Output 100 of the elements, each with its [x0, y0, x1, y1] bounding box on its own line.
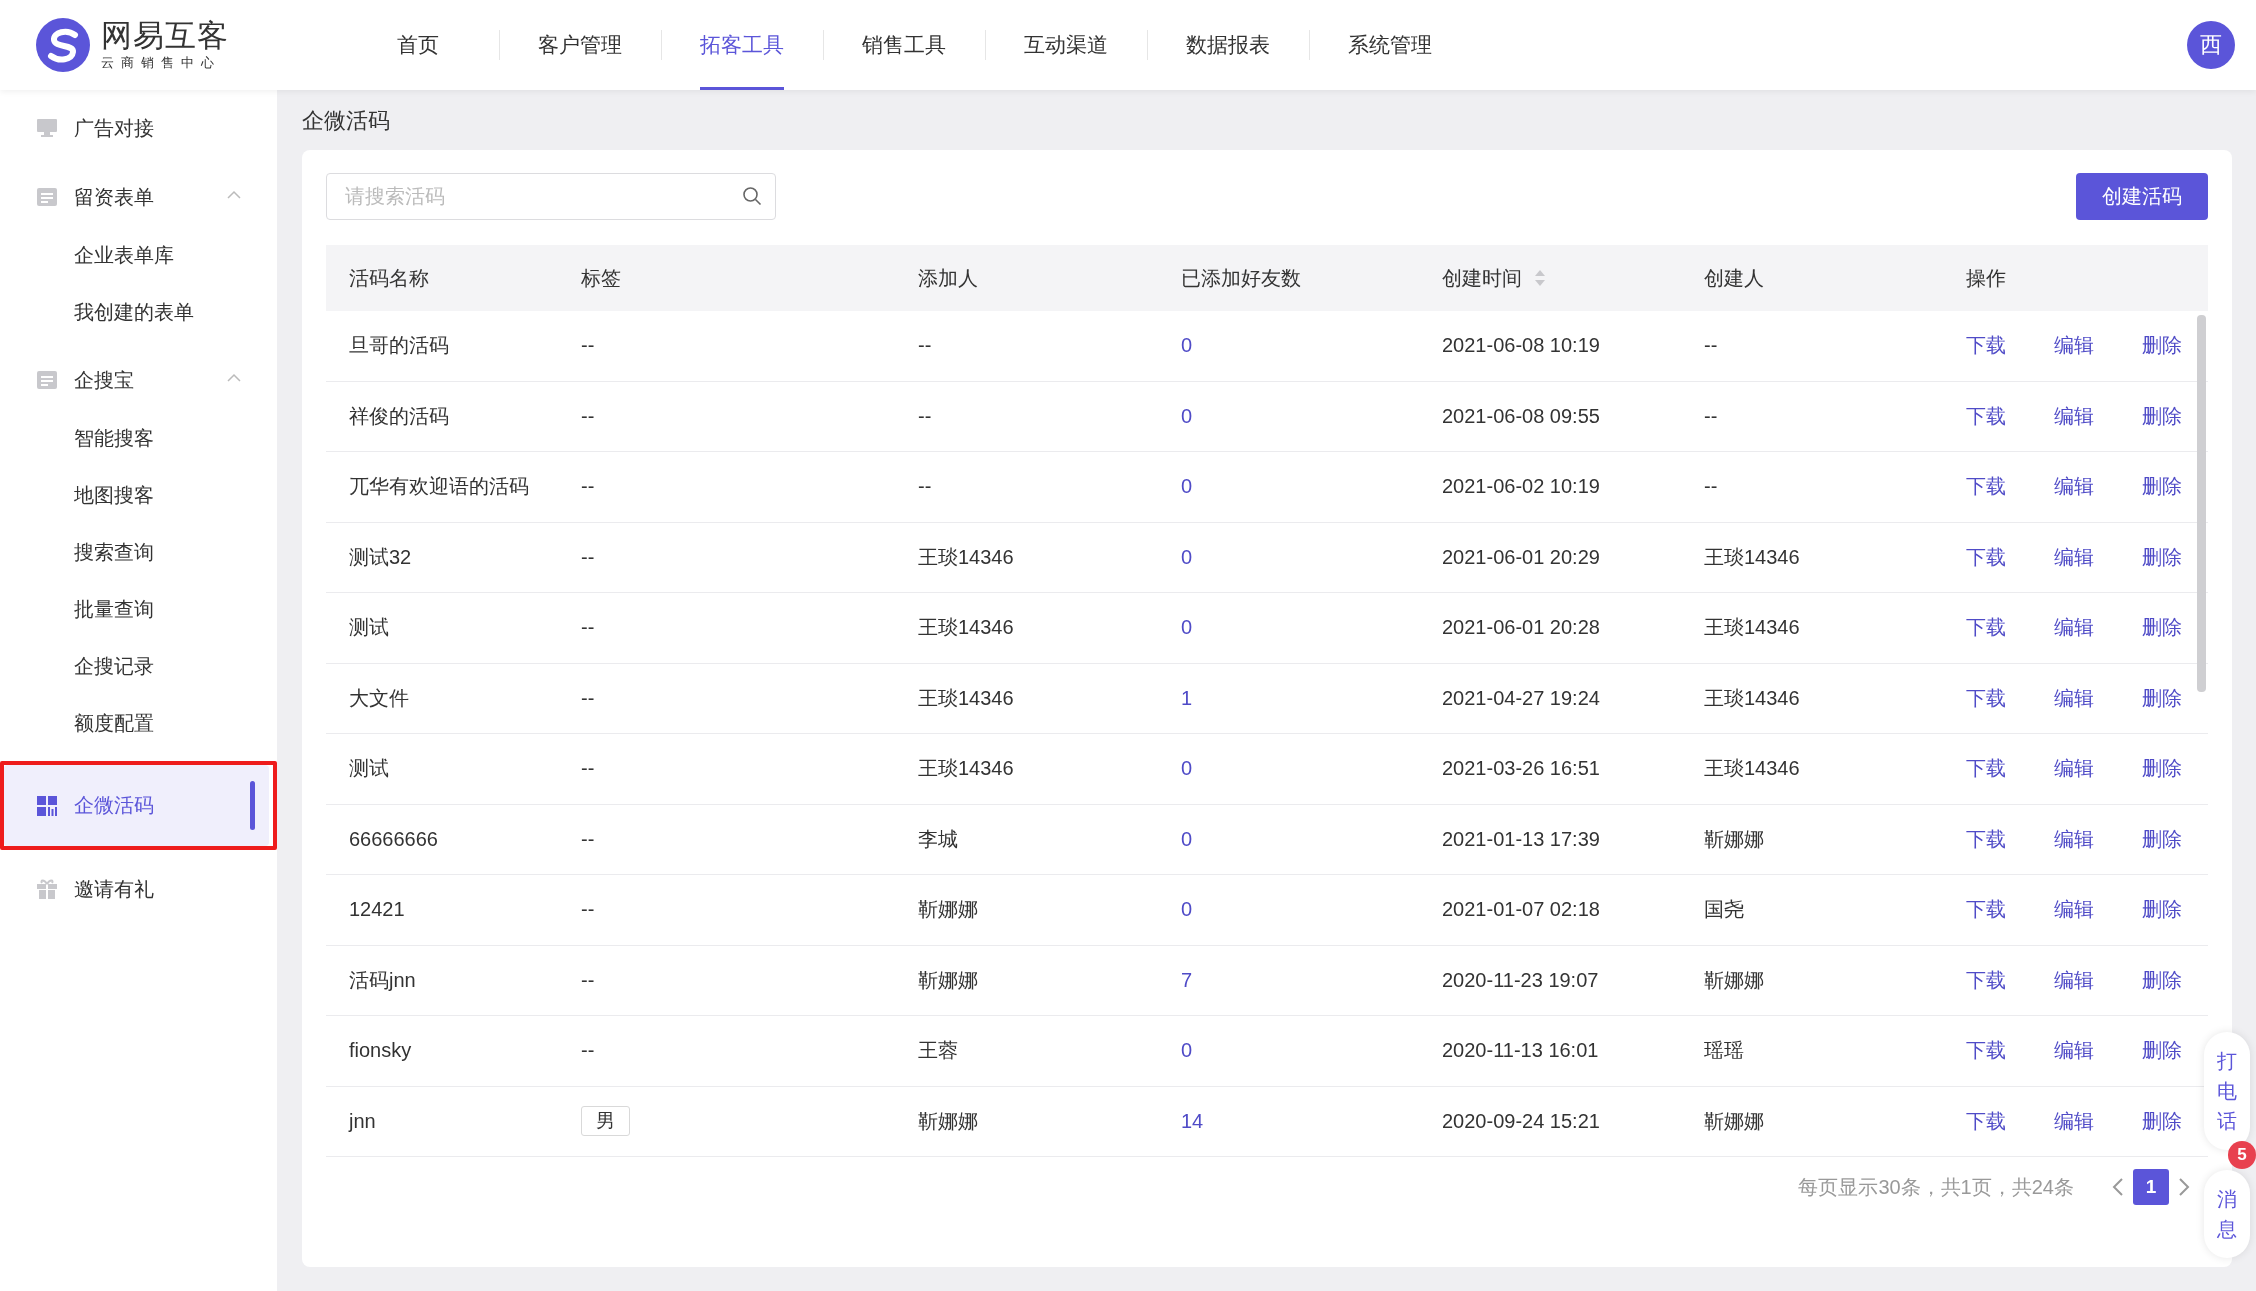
sidebar-item[interactable]: 邀请有礼	[0, 859, 277, 919]
sidebar-subitem[interactable]: 企业表单库	[0, 227, 277, 284]
friends-count-link[interactable]: 0	[1181, 404, 1193, 428]
sidebar-item[interactable]: 广告对接	[0, 98, 277, 158]
action-link[interactable]: 下载	[1966, 966, 2006, 994]
search-field[interactable]: 请搜索活码	[326, 173, 776, 220]
create-button[interactable]: 创建活码	[2076, 173, 2208, 220]
action-link[interactable]: 删除	[2142, 402, 2182, 430]
creator-cell-text: 瑶瑶	[1704, 1038, 1744, 1064]
action-link[interactable]: 下载	[1966, 473, 2006, 501]
friends-count-link[interactable]: 0	[1181, 545, 1193, 569]
friends-count-link[interactable]: 7	[1181, 968, 1193, 992]
action-link[interactable]: 下载	[1966, 614, 2006, 642]
action-link[interactable]: 编辑	[2054, 332, 2094, 360]
page-button[interactable]: 1	[2133, 1169, 2169, 1205]
previous-icon[interactable]	[2112, 1177, 2124, 1197]
date-cell: 2021-06-01 20:29	[1442, 545, 1600, 569]
sidebar-subitem[interactable]: 企搜记录	[0, 638, 277, 695]
column-header: 创建时间	[1442, 265, 1522, 291]
action-link[interactable]: 删除	[2142, 1107, 2182, 1135]
action-link[interactable]: 删除	[2142, 1037, 2182, 1065]
friends-count-link[interactable]: 0	[1181, 898, 1193, 922]
friends-count-link[interactable]: 0	[1181, 475, 1193, 499]
sidebar-subitem[interactable]: 智能搜客	[0, 410, 277, 467]
friends-count-link[interactable]: 0	[1181, 1039, 1193, 1063]
nav-tab[interactable]: 拓客工具	[661, 0, 823, 90]
search-icon[interactable]	[742, 186, 762, 206]
action-link[interactable]: 删除	[2142, 896, 2182, 924]
action-link[interactable]: 删除	[2142, 473, 2182, 501]
action-link[interactable]: 编辑	[2054, 755, 2094, 783]
action-link[interactable]: 删除	[2142, 543, 2182, 571]
pagination-summary: 每页显示30条，共1页，共24条	[1798, 1174, 2074, 1200]
name-cell-text: 大文件	[349, 685, 409, 711]
action-link[interactable]: 编辑	[2054, 1037, 2094, 1065]
scrollbar[interactable]	[2197, 315, 2206, 692]
action-link[interactable]: 删除	[2142, 332, 2182, 360]
name-cell-text: 测试32	[349, 544, 412, 570]
action-link[interactable]: 编辑	[2054, 896, 2094, 924]
sort-icon[interactable]	[1534, 268, 1546, 288]
next-icon[interactable]	[2178, 1177, 2190, 1197]
sidebar-item[interactable]: 留资表单	[0, 167, 277, 227]
nav-tab[interactable]: 首页	[337, 0, 499, 90]
name-cell: fionsky	[349, 1039, 412, 1063]
tag-cell: --	[581, 334, 595, 358]
action-link[interactable]: 编辑	[2054, 825, 2094, 853]
action-link[interactable]: 删除	[2142, 755, 2182, 783]
date-cell: 2021-01-13 17:39	[1442, 827, 1600, 851]
action-link[interactable]: 下载	[1966, 825, 2006, 853]
sidebar-subitem[interactable]: 地图搜客	[0, 467, 277, 524]
action-link[interactable]: 下载	[1966, 1037, 2006, 1065]
friends-count-link[interactable]: 0	[1181, 757, 1193, 781]
sidebar-subitem[interactable]: 我创建的表单	[0, 284, 277, 341]
friends-count-link[interactable]: 14	[1181, 1109, 1204, 1133]
creator-cell-text: 王琰14346	[1704, 685, 1800, 711]
action-link[interactable]: 删除	[2142, 614, 2182, 642]
action-link[interactable]: 编辑	[2054, 402, 2094, 430]
page-title: 企微活码	[302, 107, 391, 135]
action-link[interactable]: 编辑	[2054, 473, 2094, 501]
sidebar-subitem[interactable]: 搜索查询	[0, 524, 277, 581]
message-button[interactable]: 消息	[2204, 1170, 2250, 1258]
sidebar-subitem[interactable]: 批量查询	[0, 581, 277, 638]
action-link[interactable]: 编辑	[2054, 966, 2094, 994]
friends-count-link[interactable]: 0	[1181, 616, 1193, 640]
adder-cell-text: 李城	[918, 826, 958, 852]
sidebar-item[interactable]: 企搜宝	[0, 350, 277, 410]
nav-tab[interactable]: 客户管理	[499, 0, 661, 90]
friends-count-link[interactable]: 0	[1181, 827, 1193, 851]
tag-cell: --	[581, 616, 595, 640]
action-link[interactable]: 下载	[1966, 332, 2006, 360]
date-cell: 2021-06-01 20:28	[1442, 616, 1600, 640]
action-link[interactable]: 下载	[1966, 896, 2006, 924]
action-link[interactable]: 下载	[1966, 402, 2006, 430]
chevron-icon[interactable]	[227, 373, 241, 382]
date-cell: 2021-06-08 10:19	[1442, 334, 1600, 358]
sidebar-item[interactable]: 企微活码	[4, 765, 269, 846]
friends-count-link[interactable]: 0	[1181, 334, 1193, 358]
nav-tab[interactable]: 销售工具	[823, 0, 985, 90]
action-link[interactable]: 下载	[1966, 755, 2006, 783]
action-link[interactable]: 删除	[2142, 966, 2182, 994]
chevron-icon[interactable]	[227, 190, 241, 199]
action-link[interactable]: 编辑	[2054, 614, 2094, 642]
action-link[interactable]: 下载	[1966, 1107, 2006, 1135]
creator-cell: --	[1704, 404, 1718, 428]
tag-cell: --	[581, 545, 595, 569]
sidebar-subitem[interactable]: 额度配置	[0, 695, 277, 752]
nav-tab[interactable]: 数据报表	[1147, 0, 1309, 90]
action-link[interactable]: 下载	[1966, 543, 2006, 571]
action-link[interactable]: 编辑	[2054, 1107, 2094, 1135]
gift-icon	[36, 878, 58, 900]
friends-count-link[interactable]: 1	[1181, 686, 1193, 710]
action-link[interactable]: 编辑	[2054, 543, 2094, 571]
action-link[interactable]: 下载	[1966, 684, 2006, 712]
action-link[interactable]: 编辑	[2054, 684, 2094, 712]
nav-tab[interactable]: 系统管理	[1309, 0, 1471, 90]
action-link[interactable]: 删除	[2142, 825, 2182, 853]
action-link[interactable]: 删除	[2142, 684, 2182, 712]
nav-tab[interactable]: 互动渠道	[985, 0, 1147, 90]
date-cell: 2020-09-24 15:21	[1442, 1109, 1600, 1133]
user-avatar[interactable]: 西	[2187, 21, 2235, 69]
creator-cell-text: 靳娜娜	[1704, 826, 1764, 852]
